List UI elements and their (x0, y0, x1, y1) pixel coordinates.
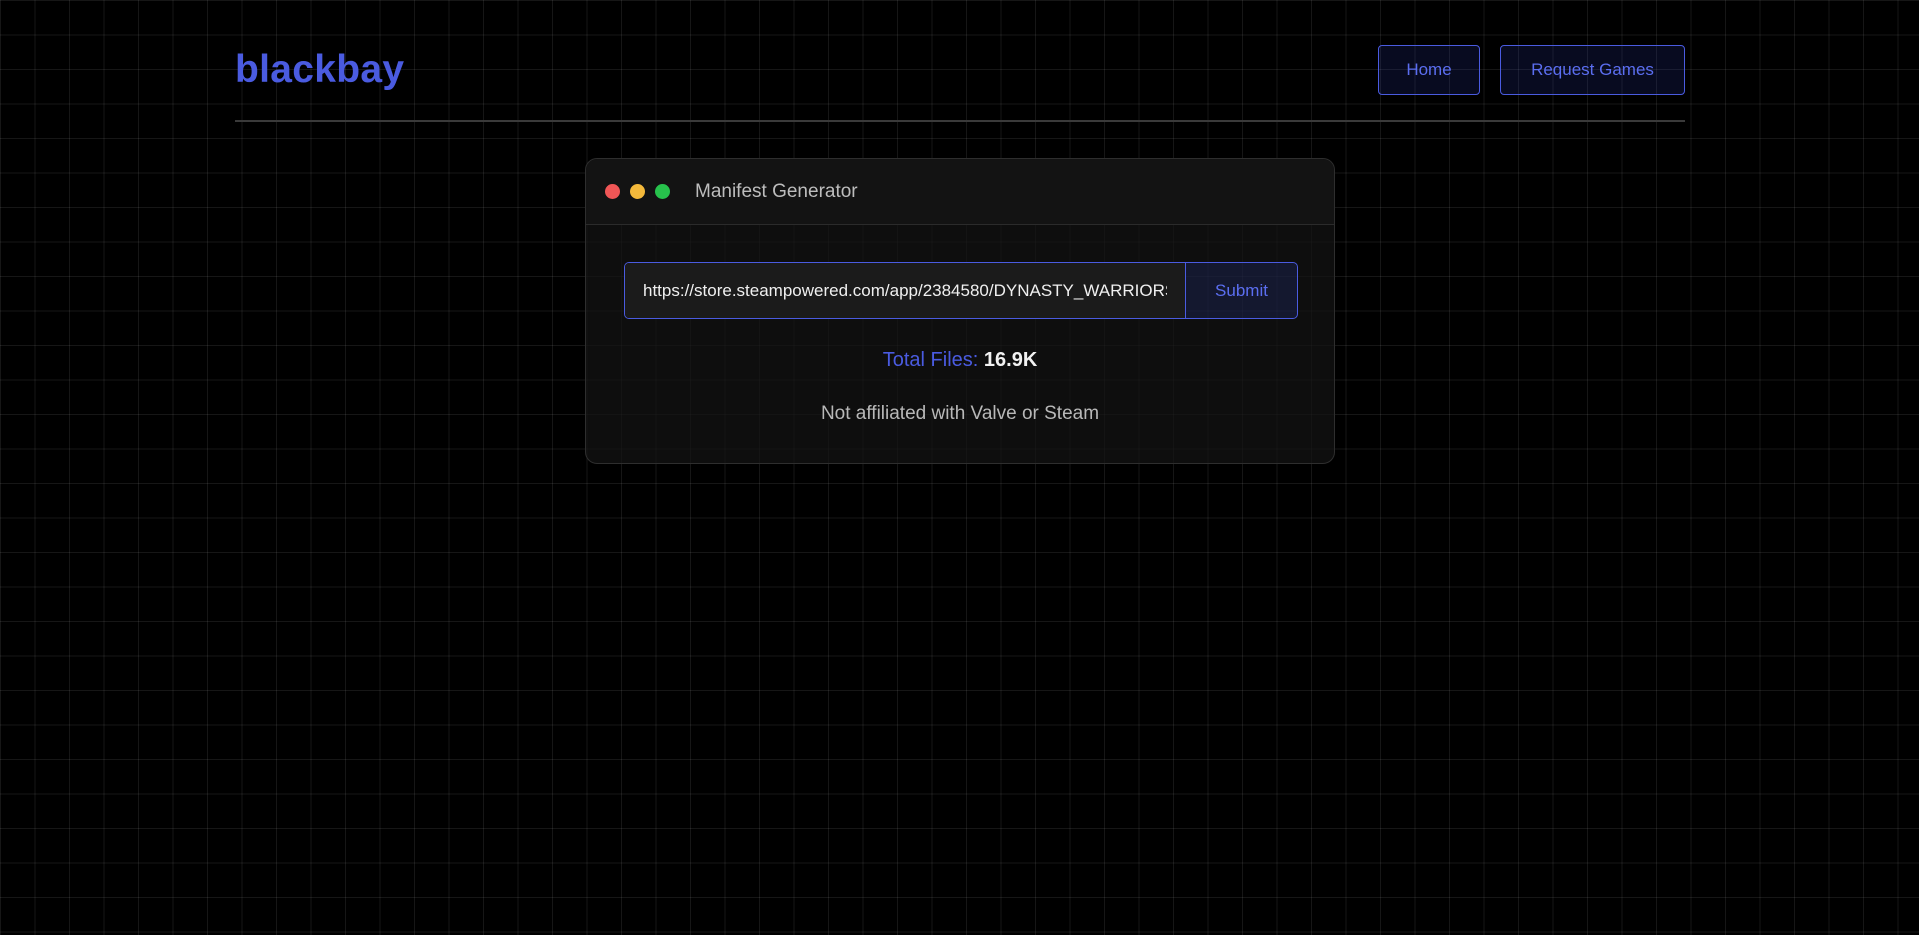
submit-button[interactable]: Submit (1185, 263, 1297, 318)
manifest-generator-window: Manifest Generator Submit Total Files: 1… (585, 158, 1335, 464)
request-games-button[interactable]: Request Games (1500, 45, 1685, 95)
steam-url-input[interactable] (625, 263, 1185, 318)
window-body: Submit Total Files: 16.9K Not affiliated… (586, 225, 1334, 463)
window-title: Manifest Generator (695, 180, 858, 202)
disclaimer-text: Not affiliated with Valve or Steam (820, 403, 1100, 424)
url-form: Submit (624, 262, 1298, 319)
total-files: Total Files: 16.9K (586, 349, 1334, 372)
minimize-dot-icon (630, 184, 645, 199)
total-files-label: Total Files: (882, 349, 979, 371)
home-button[interactable]: Home (1378, 45, 1480, 95)
close-dot-icon (605, 184, 620, 199)
total-files-value: 16.9K (983, 349, 1038, 371)
site-logo[interactable]: blackbay (235, 48, 404, 92)
window-titlebar: Manifest Generator (586, 159, 1334, 225)
site-header: blackbay Home Request Games (235, 38, 1685, 122)
main-nav: Home Request Games (1378, 45, 1685, 95)
maximize-dot-icon (655, 184, 670, 199)
